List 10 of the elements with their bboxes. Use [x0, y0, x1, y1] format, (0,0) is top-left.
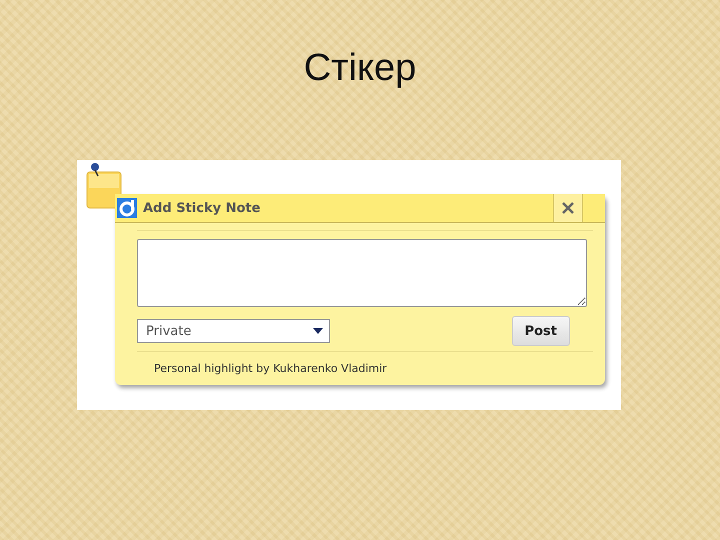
- slide-title: Стікер: [304, 46, 416, 91]
- logo-icon: [117, 198, 137, 218]
- footer-text: Personal highlight by Kukharenko Vladimir: [154, 362, 388, 375]
- post-button[interactable]: Post: [512, 316, 570, 346]
- dialog-title: Add Sticky Note: [143, 200, 262, 216]
- caret-icon: [313, 328, 323, 334]
- close-button[interactable]: [553, 194, 583, 222]
- note-text-field[interactable]: [137, 239, 587, 307]
- visibility-dropdown[interactable]: Private: [137, 319, 330, 343]
- close-icon: [562, 202, 574, 214]
